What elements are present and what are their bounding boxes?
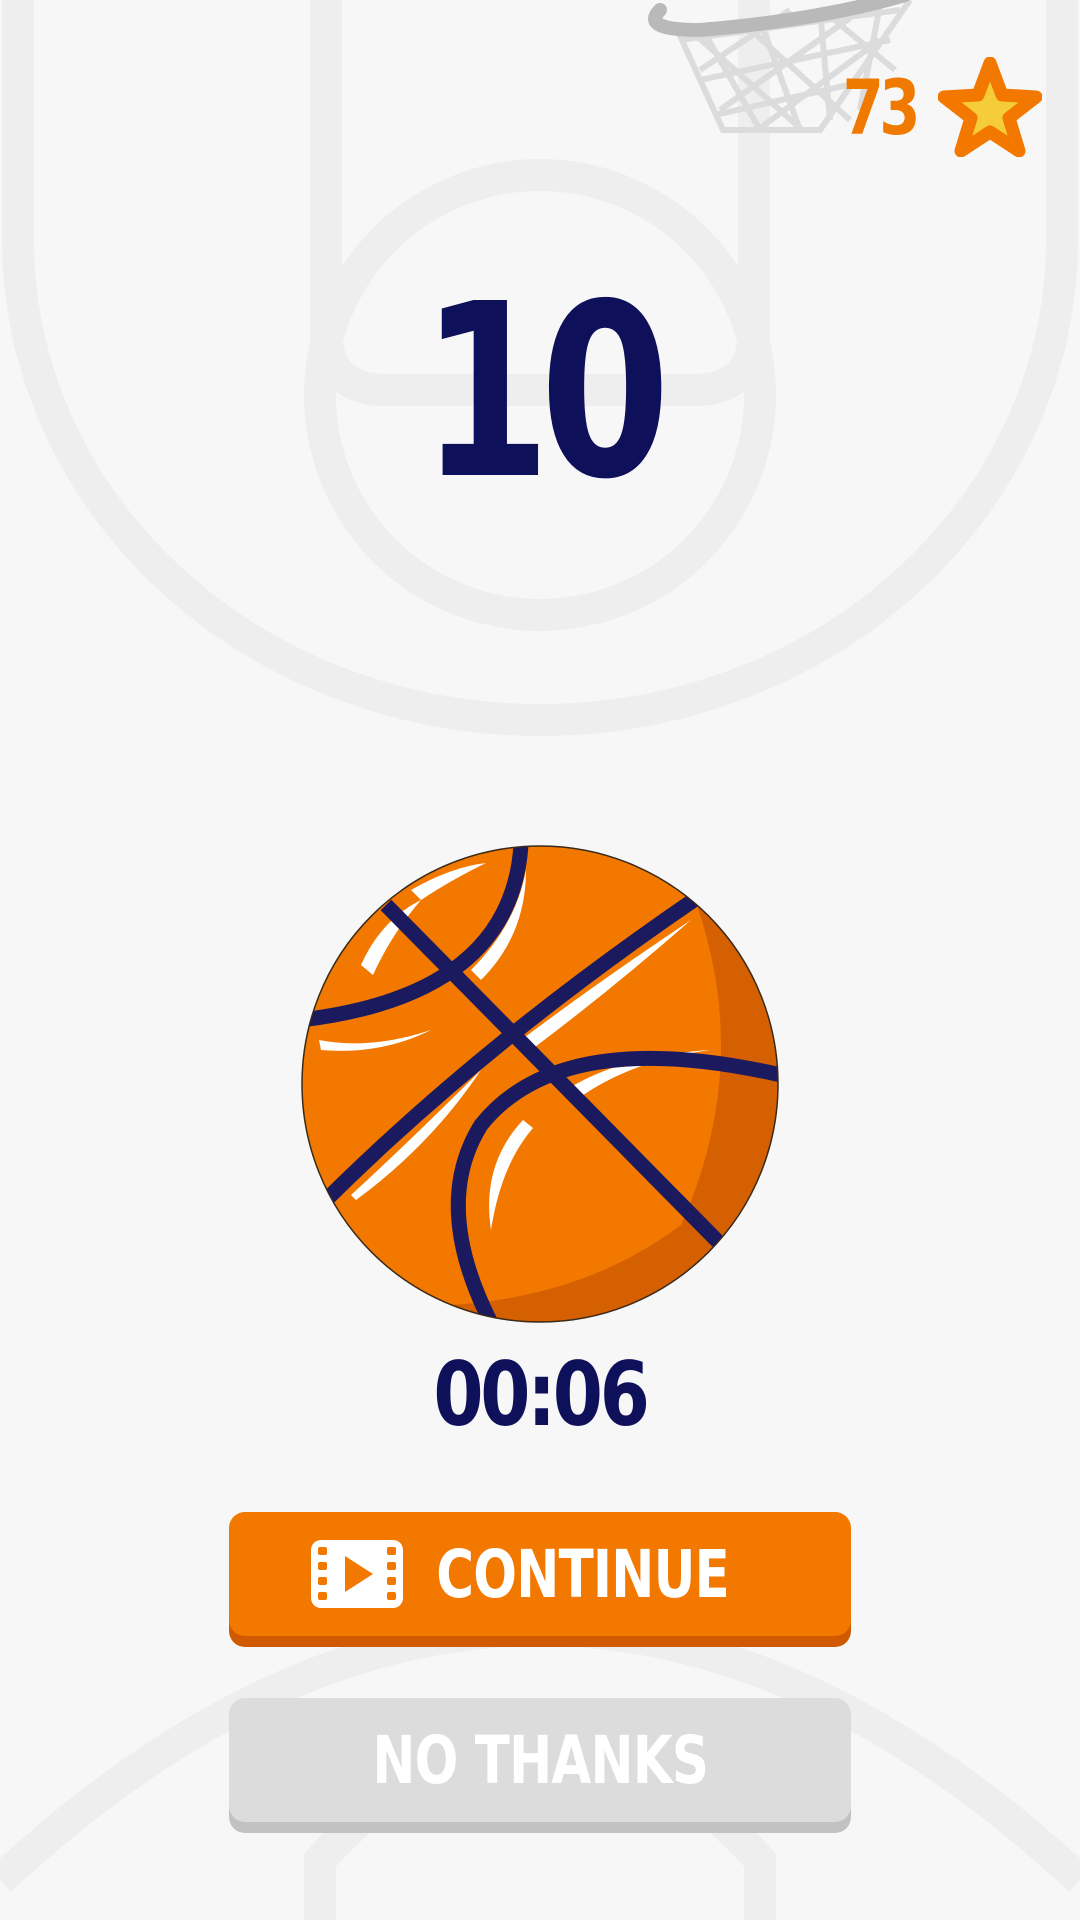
video-play-icon: [311, 1540, 404, 1608]
continue-button[interactable]: CONTINUE: [229, 1512, 851, 1636]
score-display: 10: [420, 252, 671, 532]
countdown-timer: 00:06: [433, 1343, 650, 1446]
continue-label: CONTINUE: [436, 1535, 730, 1613]
star-icon: [938, 57, 1042, 157]
star-counter: 73: [822, 52, 1042, 162]
basketball-icon: [301, 845, 779, 1323]
no-thanks-button[interactable]: NO THANKS: [229, 1698, 851, 1822]
star-count: 73: [842, 62, 921, 152]
no-thanks-label: NO THANKS: [372, 1721, 709, 1799]
